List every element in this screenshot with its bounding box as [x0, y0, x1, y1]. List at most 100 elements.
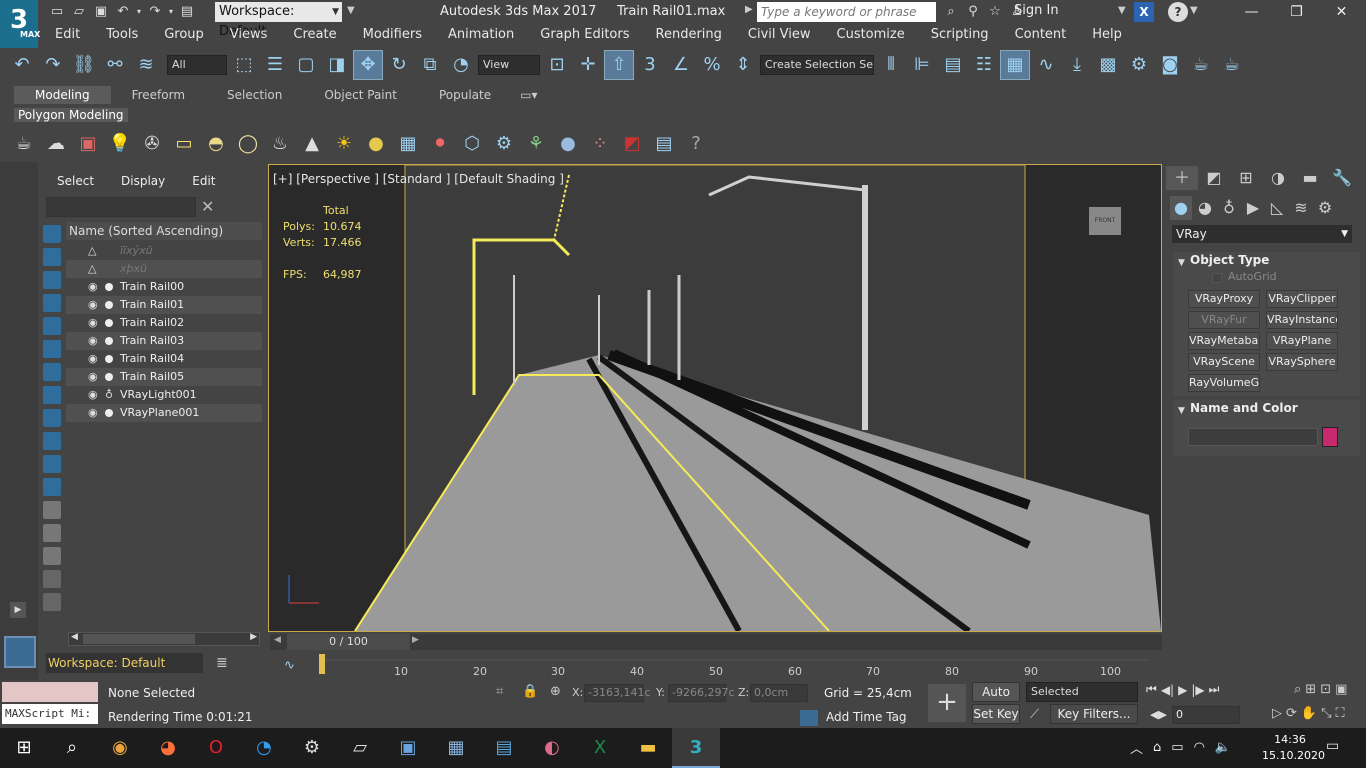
invert-display-icon[interactable] [43, 547, 61, 565]
light-bulb-icon[interactable]: 💡 [106, 130, 134, 158]
default-tangent-icon[interactable]: ⟋ [1030, 707, 1039, 722]
maximize-viewport-icon[interactable]: ⛶ [1336, 706, 1345, 721]
eye-icon[interactable]: ◉ [88, 368, 98, 386]
list-item[interactable]: ◉ Train Rail05 [66, 368, 262, 386]
next-frame-icon[interactable]: |▶ [1191, 683, 1204, 697]
time-slider-thumb[interactable]: 0 / 100 [287, 634, 410, 650]
se-menu-select[interactable]: Select [40, 170, 104, 192]
systems-icon[interactable]: ⚙ [1314, 196, 1336, 220]
open-file-icon[interactable]: ▱ [68, 2, 90, 22]
render-frame-icon[interactable]: ▣ [74, 130, 102, 158]
rendered-frame-window-icon[interactable]: ◙ [1156, 51, 1184, 79]
paint-palette-icon[interactable]: ◐ [528, 728, 576, 768]
sun-icon[interactable]: ☀ [330, 130, 358, 158]
perspective-viewport[interactable]: [+] [Perspective ] [Standard ] [Default … [268, 164, 1162, 632]
teapot-icon[interactable]: ☕ [10, 130, 38, 158]
curve-editor-icon[interactable]: ∿ [1032, 51, 1060, 79]
expand-panel-icon[interactable]: ▶ [10, 602, 26, 618]
scroll-right-icon[interactable]: ▶ [250, 632, 257, 642]
eye-icon[interactable]: ◉ [88, 350, 98, 368]
list-item[interactable]: △ xþxû [66, 260, 262, 278]
play-icon[interactable]: ▶ [1178, 683, 1187, 697]
rectangular-selection-icon[interactable]: ▢ [292, 51, 320, 79]
material-icon[interactable]: ⚫ [426, 130, 454, 158]
list-item[interactable]: ◉ VRayPlane001 [66, 404, 262, 422]
display-geometry-icon[interactable] [43, 225, 61, 243]
pivot-center-icon[interactable]: ⊡ [543, 51, 571, 79]
se-menu-edit[interactable]: Edit [175, 170, 225, 192]
undo-dropdown-icon[interactable]: ▾ [134, 2, 144, 22]
current-frame-marker[interactable] [319, 654, 325, 674]
reference-coordinate-dropdown[interactable]: View [478, 55, 540, 75]
close-button[interactable]: ✕ [1319, 0, 1364, 24]
menu-views[interactable]: Views [213, 24, 277, 46]
percent-snap-icon[interactable]: % [698, 51, 726, 79]
export-icon[interactable]: ⬡ [458, 130, 486, 158]
list-item[interactable]: ◉ Train Rail01 [66, 296, 262, 314]
redo-icon[interactable]: ↷ [39, 51, 67, 79]
tab-modeling[interactable]: Modeling [14, 86, 111, 104]
maxscript-listener-output[interactable] [2, 682, 98, 702]
new-file-icon[interactable]: ▭ [46, 2, 68, 22]
list-item[interactable]: ◉ Train Rail00 [66, 278, 262, 296]
search-icon[interactable]: ⌕ [48, 728, 96, 768]
menu-civil-view[interactable]: Civil View [731, 24, 820, 46]
motion-tab-icon[interactable]: ◑ [1262, 166, 1294, 190]
eye-icon[interactable]: ◉ [88, 386, 98, 404]
selection-lock-icon[interactable]: 🔒 [522, 684, 538, 699]
display-icon[interactable]: ▭ [1171, 740, 1183, 755]
render-region-icon[interactable]: ◩ [618, 130, 646, 158]
vrayscene-button[interactable]: VRayScene [1188, 353, 1260, 371]
paint-icon[interactable]: ▣ [384, 728, 432, 768]
helpers-icon[interactable]: ◺ [1266, 196, 1288, 220]
menu-create[interactable]: Create [276, 24, 345, 46]
chrome-icon[interactable]: ◉ [96, 728, 144, 768]
eye-icon[interactable]: ◉ [88, 314, 98, 332]
proxy-icon[interactable]: ▦ [394, 130, 422, 158]
display-hidden-icon[interactable] [43, 478, 61, 496]
field-of-view-icon[interactable]: ▷ [1272, 706, 1282, 721]
undo-icon[interactable]: ↶ [8, 51, 36, 79]
select-object-icon[interactable]: ⬚ [230, 51, 258, 79]
x-coordinate-field[interactable]: -3163,141c [584, 684, 651, 702]
material-editor-icon[interactable]: ▩ [1094, 51, 1122, 79]
save-icon[interactable]: ▣ [90, 2, 112, 22]
sign-in-dropdown-icon[interactable]: ▼ [1118, 5, 1126, 16]
scroll-thumb[interactable] [83, 634, 195, 644]
sphere-light-icon[interactable]: ◯ [234, 130, 262, 158]
object-name-field[interactable] [1188, 428, 1318, 446]
select-by-name-icon[interactable]: ☰ [261, 51, 289, 79]
walk-through-icon[interactable]: ⤡ [1321, 706, 1331, 721]
lights-icon[interactable]: ♁ [1218, 196, 1240, 220]
display-tab-icon[interactable]: ▬ [1294, 166, 1326, 190]
zoom-all-icon[interactable]: ⊞ [1305, 682, 1316, 697]
menu-help[interactable]: Help [1075, 24, 1131, 46]
tray-expand-icon[interactable]: ︿ [1130, 738, 1143, 757]
scene-converter-icon[interactable]: ▤ [650, 130, 678, 158]
named-selection-set-dropdown[interactable]: Create Selection Se [760, 55, 874, 75]
eye-icon[interactable]: ◉ [88, 332, 98, 350]
horizontal-scrollbar[interactable]: ◀ ▶ [68, 632, 260, 646]
display-groups-icon[interactable] [43, 363, 61, 381]
ribbon-options-icon[interactable]: ▭▾ [512, 86, 545, 104]
object-type-title[interactable]: Object Type [1190, 253, 1269, 267]
tab-selection[interactable]: Selection [206, 86, 303, 104]
display-frozen-icon[interactable] [43, 455, 61, 473]
vrayplane-button[interactable]: VRayPlane [1266, 332, 1338, 350]
viewcube[interactable]: FRONT [1089, 207, 1121, 235]
hierarchy-tab-icon[interactable]: ⊞ [1230, 166, 1262, 190]
create-tab-icon[interactable]: ＋ [1166, 166, 1198, 190]
maximize-button[interactable]: ❐ [1274, 0, 1319, 24]
viewport-label[interactable]: [+] [Perspective ] [Standard ] [Default … [273, 172, 564, 186]
rollout-collapse-icon[interactable]: ▼ [1178, 402, 1185, 416]
autogrid-checkbox[interactable] [1212, 273, 1222, 283]
3dsmax-taskbar-icon[interactable]: 3 [672, 728, 720, 768]
menu-rendering[interactable]: Rendering [639, 24, 731, 46]
display-bones-icon[interactable] [43, 409, 61, 427]
undo-icon[interactable]: ↶ [112, 2, 134, 22]
space-warps-icon[interactable]: ≋ [1290, 196, 1312, 220]
column-header-name[interactable]: Name (Sorted Ascending) [66, 222, 262, 240]
snaps-toggle-icon[interactable]: 3 [636, 51, 664, 79]
display-containers-icon[interactable] [43, 432, 61, 450]
volume-icon[interactable]: 🔈 [1215, 740, 1231, 755]
